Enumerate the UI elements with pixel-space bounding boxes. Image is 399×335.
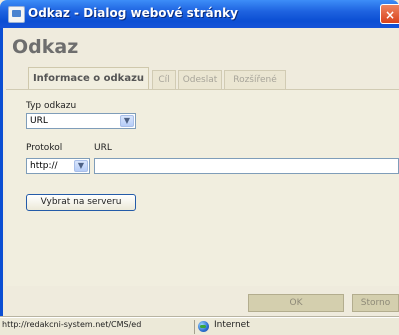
browse-server-button[interactable]: Vybrat na serveru [26, 194, 136, 211]
tab-label: Rozšířené [233, 75, 277, 85]
tab-label: Odeslat [182, 75, 218, 85]
window-border-left [0, 28, 3, 318]
dialog-heading: Odkaz [12, 36, 79, 58]
url-label: URL [94, 143, 112, 153]
protocol-label: Protokol [26, 143, 63, 153]
tab-target[interactable]: Cíl [152, 70, 176, 89]
title-bar[interactable]: Odkaz - Dialog webové stránky × [0, 0, 399, 28]
ok-button[interactable]: OK [248, 294, 344, 312]
status-bar: http://redakcni-system.net/CMS/ed Intern… [0, 317, 399, 335]
globe-icon [198, 321, 209, 332]
tab-label: Cíl [158, 75, 170, 85]
tab-link-info[interactable]: Informace o odkazu [28, 67, 149, 90]
protocol-select[interactable]: http:// ▼ [26, 158, 90, 174]
link-type-value: URL [30, 116, 48, 126]
link-type-select[interactable]: URL ▼ [26, 113, 136, 129]
status-url: http://redakcni-system.net/CMS/ed [2, 320, 142, 329]
window-title: Odkaz - Dialog webové stránky [28, 6, 238, 20]
cancel-button[interactable]: Storno [352, 294, 399, 312]
close-button[interactable]: × [380, 4, 399, 24]
tab-upload[interactable]: Odeslat [178, 70, 222, 89]
tab-label: Informace o odkazu [32, 73, 145, 84]
dialog-window-icon [8, 6, 25, 23]
security-zone: Internet [214, 320, 250, 330]
status-separator [194, 320, 195, 334]
link-type-label: Typ odkazu [26, 101, 77, 111]
chevron-down-icon[interactable]: ▼ [74, 160, 88, 172]
tab-advanced[interactable]: Rozšířené [224, 70, 286, 89]
url-input[interactable] [94, 158, 399, 174]
chevron-down-icon[interactable]: ▼ [120, 115, 134, 127]
protocol-value: http:// [30, 161, 58, 171]
